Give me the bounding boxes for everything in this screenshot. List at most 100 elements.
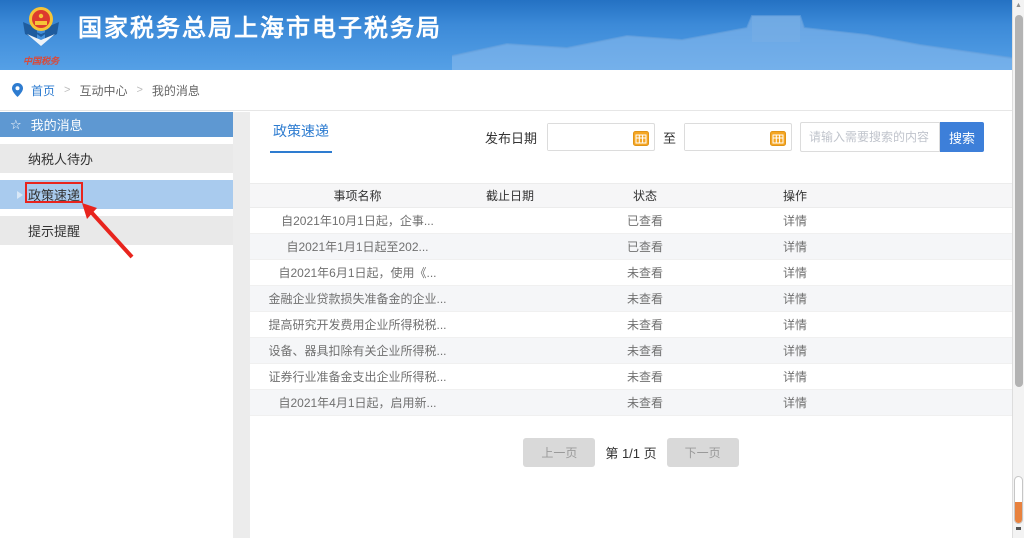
page-title: 国家税务总局上海市电子税务局 [78,0,442,58]
item-name-cell: 自2021年10月1日起，企事... [250,208,465,234]
filler-cell [855,234,1012,260]
table-header: 事项名称截止日期状态操作 [250,184,1012,208]
calendar-icon[interactable] [770,130,786,146]
table-row[interactable]: 证券行业准备金支出企业所得税... 未查看 详情 [250,364,1012,390]
search-input[interactable] [800,122,940,152]
star-icon: ☆ [10,117,22,133]
detail-link[interactable]: 详情 [735,234,855,260]
deadline-cell [465,260,555,286]
sidebar-item-label: 提示提醒 [28,221,80,240]
table-row[interactable]: 自2021年10月1日起，企事... 已查看 详情 [250,208,1012,234]
status-badge: 未查看 [555,338,735,364]
next-page-button[interactable]: 下一页 [667,438,739,467]
breadcrumb-item[interactable]: 我的消息 [152,82,200,99]
content-area: ☆ 我的消息 纳税人待办政策速递提示提醒 政策速递 发布日期 [0,112,1012,538]
sidebar-item-label: 纳税人待办 [28,149,93,168]
item-name-cell: 自2021年4月1日起，启用新... [250,390,465,416]
detail-link[interactable]: 详情 [735,208,855,234]
search-button[interactable]: 搜索 [940,122,984,152]
sidebar-header-my-messages: ☆ 我的消息 [0,112,233,137]
column-header: 事项名称 [250,184,465,208]
date-from-field[interactable] [547,123,655,151]
detail-link[interactable]: 详情 [735,286,855,312]
tax-bureau-emblem-icon [19,4,63,48]
page-indicator: 第 1/1 页 [605,443,656,462]
deadline-cell [465,286,555,312]
sidebar-header-label: 我的消息 [31,115,83,134]
deadline-cell [465,234,555,260]
table-row[interactable]: 金融企业贷款损失准备金的企业... 未查看 详情 [250,286,1012,312]
publish-date-label: 发布日期 [485,128,537,147]
table-row[interactable]: 自2021年6月1日起，使用《... 未查看 详情 [250,260,1012,286]
detail-link[interactable]: 详情 [735,312,855,338]
calendar-icon[interactable] [633,130,649,146]
main-panel: 政策速递 发布日期 至 [250,112,1012,538]
date-to-field[interactable] [684,123,792,151]
filler-cell [855,364,1012,390]
item-name-cell: 设备、器具扣除有关企业所得税... [250,338,465,364]
item-name-cell: 自2021年6月1日起，使用《... [250,260,465,286]
deadline-cell [465,338,555,364]
panel-toolbar: 政策速递 发布日期 至 [250,112,1012,160]
date-from-input[interactable] [548,124,634,150]
item-name-cell: 提高研究开发费用企业所得税税... [250,312,465,338]
status-badge: 已查看 [555,234,735,260]
app-header: 中国税务 国家税务总局上海市电子税务局 [0,0,1012,70]
filler-cell [855,208,1012,234]
filler-cell [855,312,1012,338]
sidebar-item-selected[interactable]: 政策速递 [0,180,233,209]
detail-link[interactable]: 详情 [735,390,855,416]
location-pin-icon [12,83,23,97]
messages-table: 事项名称截止日期状态操作 自2021年10月1日起，企事... 已查看 详情 自… [250,183,1012,416]
status-badge: 未查看 [555,260,735,286]
status-badge: 未查看 [555,390,735,416]
sidebar: ☆ 我的消息 纳税人待办政策速递提示提醒 [0,112,233,538]
scrollbar-thumb[interactable] [1015,15,1023,387]
column-header: 状态 [555,184,735,208]
pagination: 上一页 第 1/1 页 下一页 [250,438,1012,467]
filler-cell [855,286,1012,312]
breadcrumb-separator: > [136,84,142,96]
column-header: 截止日期 [465,184,555,208]
arrow-up-icon[interactable]: ▲ [1013,2,1024,9]
table-row[interactable]: 自2021年1月1日起至202... 已查看 详情 [250,234,1012,260]
scroll-indicator-pill[interactable] [1014,476,1023,524]
status-badge: 已查看 [555,208,735,234]
tab-policy-express[interactable]: 政策速递 [270,121,332,153]
logo-caption: 中国税务 [13,54,69,67]
table-row[interactable]: 自2021年4月1日起，启用新... 未查看 详情 [250,390,1012,416]
filter-bar: 发布日期 至 [485,122,984,152]
table-row[interactable]: 提高研究开发费用企业所得税税... 未查看 详情 [250,312,1012,338]
great-wall-background [452,0,1012,70]
detail-link[interactable]: 详情 [735,364,855,390]
deadline-cell [465,312,555,338]
filler-cell [855,260,1012,286]
breadcrumb-item[interactable]: 互动中心 [79,82,127,99]
sidebar-divider [233,112,250,538]
item-name-cell: 证券行业准备金支出企业所得税... [250,364,465,390]
sidebar-item-label: 政策速递 [28,185,80,204]
item-name-cell: 金融企业贷款损失准备金的企业... [250,286,465,312]
prev-page-button[interactable]: 上一页 [523,438,595,467]
filler-cell [855,390,1012,416]
vertical-scrollbar[interactable]: ▲ [1012,0,1024,538]
deadline-cell [465,390,555,416]
app-window: 中国税务 国家税务总局上海市电子税务局 首页>互动中心>我的消息 ☆ 我的消息 … [0,0,1024,538]
breadcrumb-item[interactable]: 首页 [31,82,55,99]
status-badge: 未查看 [555,364,735,390]
scrollbar-tick [1016,527,1021,530]
detail-link[interactable]: 详情 [735,338,855,364]
table-row[interactable]: 设备、器具扣除有关企业所得税... 未查看 详情 [250,338,1012,364]
status-badge: 未查看 [555,312,735,338]
item-name-cell: 自2021年1月1日起至202... [250,234,465,260]
date-to-input[interactable] [685,124,771,150]
deadline-cell [465,364,555,390]
sidebar-item-[interactable]: 纳税人待办 [0,144,233,173]
date-to-label: 至 [663,128,676,147]
status-badge: 未查看 [555,286,735,312]
detail-link[interactable]: 详情 [735,260,855,286]
selected-marker-icon [17,191,23,199]
deadline-cell [465,208,555,234]
agency-logo: 中国税务 [13,4,69,67]
sidebar-item-[interactable]: 提示提醒 [0,216,233,245]
